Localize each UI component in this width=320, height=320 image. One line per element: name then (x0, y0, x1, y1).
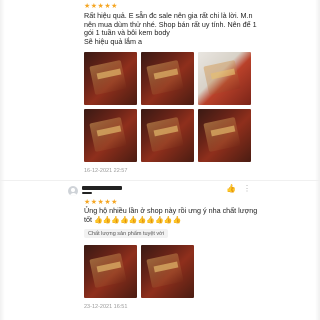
review-photo-6[interactable] (198, 109, 251, 162)
username-redacted (82, 186, 122, 190)
review-text: Ủng hộ nhiều lần ở shop này rồi ưng ý nh… (84, 206, 309, 225)
rating-stars: ★★★★★ (84, 3, 118, 10)
review-photo-8[interactable] (141, 245, 194, 298)
more-options-icon[interactable]: ⋮ (243, 184, 251, 193)
review-timestamp: 16-12-2021 22:57 (84, 168, 128, 174)
username-redacted-2 (82, 192, 92, 194)
review-timestamp: 23-12-2021 16:51 (84, 304, 128, 310)
review-photo-5[interactable] (141, 109, 194, 162)
review-divider (0, 180, 320, 181)
review-photo-4[interactable] (84, 109, 137, 162)
review-photo-7[interactable] (84, 245, 137, 298)
review-photo-2[interactable] (141, 52, 194, 105)
review-tag-chip: Chất lượng sản phẩm tuyệt vời (84, 229, 169, 238)
user-avatar[interactable] (68, 186, 78, 196)
review-photo-1[interactable] (84, 52, 137, 105)
emoji-thumbs-up-row: 👍👍👍👍👍👍👍👍👍👍 (94, 216, 182, 224)
left-edge-shade (0, 0, 5, 320)
right-edge-shade (315, 0, 320, 320)
thumbs-up-icon[interactable]: 👍 (226, 184, 236, 193)
review-text: Rất hiệu quả. E sẵn đc sale nên gia rất … (84, 11, 257, 46)
review-photo-3[interactable] (198, 52, 251, 105)
